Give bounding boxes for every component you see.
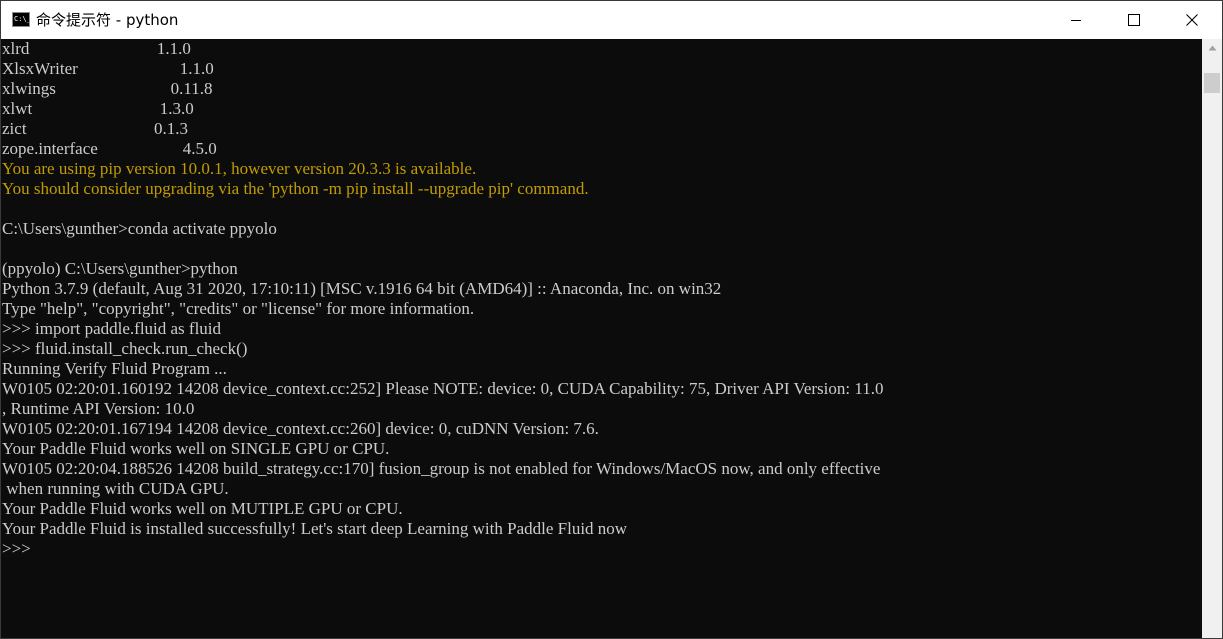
window-title: 命令提示符 - python (36, 11, 179, 29)
console-line: >>> fluid.install_check.run_check() (2, 339, 248, 358)
console-warning-line: You are using pip version 10.0.1, howeve… (2, 159, 477, 178)
scroll-up-button[interactable] (1202, 39, 1222, 56)
console-line: >>> import paddle.fluid as fluid (2, 319, 222, 338)
console-line: , Runtime API Version: 10.0 (2, 399, 195, 418)
console-line: (ppyolo) C:\Users\gunther>python (2, 259, 238, 278)
maximize-button[interactable] (1105, 1, 1163, 39)
close-icon (1186, 14, 1198, 26)
console-line: Running Verify Fluid Program ... (2, 359, 227, 378)
vertical-scrollbar[interactable] (1202, 39, 1222, 638)
console-line: xlwings 0.11.8 (2, 79, 213, 98)
console-line: W0105 02:20:01.167194 14208 device_conte… (2, 419, 599, 438)
minimize-icon (1071, 20, 1081, 21)
console-line: xlwt 1.3.0 (2, 99, 194, 118)
cmd-window: C:\_ 命令提示符 - python xlrd 1.1.0 XlsxWriter (0, 0, 1223, 639)
title-bar[interactable]: C:\_ 命令提示符 - python (1, 1, 1222, 39)
console-line: zict 0.1.3 (2, 119, 189, 138)
minimize-button[interactable] (1047, 1, 1105, 39)
console-line: when running with CUDA GPU. (2, 479, 229, 498)
console-line: W0105 02:20:04.188526 14208 build_strate… (2, 459, 881, 478)
console-line: Your Paddle Fluid is installed successfu… (2, 519, 628, 538)
scroll-up-arrow-icon (1208, 45, 1216, 50)
console-line: zope.interface 4.5.0 (2, 139, 217, 158)
maximize-icon (1128, 14, 1140, 26)
console-line: W0105 02:20:01.160192 14208 device_conte… (2, 379, 884, 398)
console-output[interactable]: xlrd 1.1.0 XlsxWriter 1.1.0 xlwings 0.11.8… (2, 39, 1201, 638)
console-line: C:\Users\gunther>conda activate ppyolo (2, 219, 277, 238)
app-icon-glyph: C:\_ (14, 15, 30, 23)
console-line: Your Paddle Fluid works well on MUTIPLE … (2, 499, 403, 518)
console-line: >>> (2, 539, 31, 558)
close-button[interactable] (1163, 1, 1221, 39)
console-line: XlsxWriter 1.1.0 (2, 59, 214, 78)
console-line: Type "help", "copyright", "credits" or "… (2, 299, 475, 318)
scrollbar-thumb[interactable] (1204, 73, 1220, 93)
console-line: xlrd 1.1.0 (2, 39, 191, 58)
console-warning-line: You should consider upgrading via the 'p… (2, 179, 589, 198)
cmd-app-icon[interactable]: C:\_ (12, 12, 30, 27)
console-line: Python 3.7.9 (default, Aug 31 2020, 17:1… (2, 279, 722, 298)
console-line: Your Paddle Fluid works well on SINGLE G… (2, 439, 390, 458)
